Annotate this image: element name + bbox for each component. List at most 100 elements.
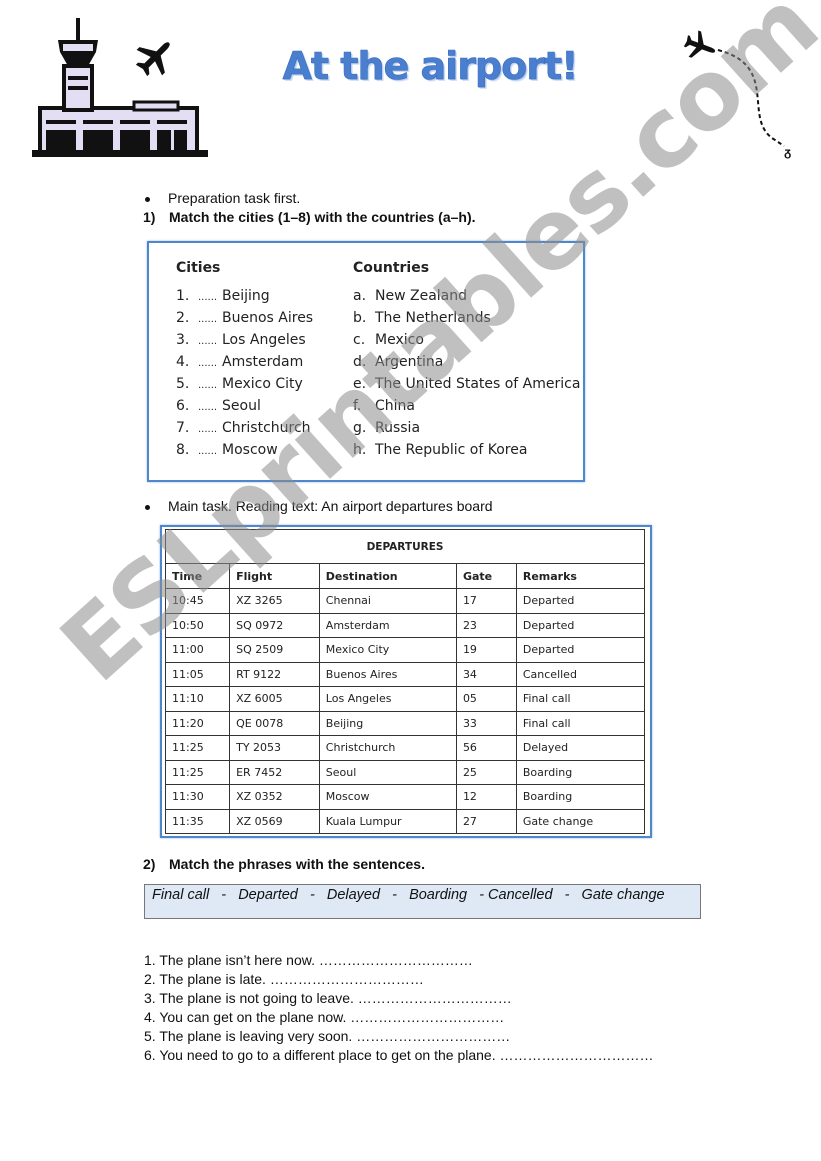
- remarks-cell: Departed: [515, 612, 646, 638]
- task-1-text: Match the cities (1–8) with the countrie…: [169, 209, 476, 225]
- sentence-item: 5. The plane is leaving very soon. ………………: [144, 1028, 511, 1044]
- country-name: The Republic of Korea: [375, 442, 528, 458]
- country-name: Mexico: [375, 332, 424, 348]
- city-item: 2....... Buenos Aires: [176, 307, 313, 329]
- city-number: 1.: [176, 288, 190, 304]
- countries-list: a. New Zealand b. The Netherlands c. Mexico d.…: [353, 285, 580, 461]
- city-item: 3....... Los Angeles: [176, 329, 313, 351]
- remarks-cell: Final call: [515, 710, 646, 736]
- prep-bullet: Preparation task first.: [141, 190, 300, 206]
- remarks-cell: Gate change: [515, 808, 646, 834]
- sentence-item: 4. You can get on the plane now. ……………………: [144, 1009, 505, 1025]
- task-2-heading: 2) Match the phrases with the sentences.: [143, 856, 425, 872]
- city-number: 5.: [176, 376, 190, 392]
- task-1-number: 1): [143, 209, 156, 225]
- destination-cell: Los Angeles: [318, 686, 457, 712]
- destination-cell: Buenos Aires: [318, 661, 457, 687]
- answer-blank[interactable]: ......: [198, 331, 222, 353]
- remarks-cell: Cancelled: [515, 661, 646, 687]
- departures-header-row: Time Flight Destination Gate Remarks: [164, 563, 646, 589]
- answer-blank[interactable]: ......: [198, 441, 222, 463]
- remarks-cell: Final call: [515, 686, 646, 712]
- departures-caption: DEPARTURES: [165, 529, 645, 564]
- flight-cell: SQ 2509: [229, 637, 320, 663]
- city-name: Los Angeles: [222, 332, 306, 348]
- city-item: 7....... Christchurch: [176, 417, 313, 439]
- country-name: Argentina: [375, 354, 444, 370]
- city-name: Seoul: [222, 398, 261, 414]
- departures-body: 10:45 XZ 3265 Chennai 17 Departed 10:50 SQ 097…: [164, 588, 646, 834]
- airport-building-icon: [32, 18, 208, 157]
- answer-blank[interactable]: ......: [198, 419, 222, 441]
- city-name: Mexico City: [222, 376, 303, 392]
- time-cell: 11:30: [164, 784, 231, 810]
- city-number: 7.: [176, 420, 190, 436]
- task-1-heading: 1) Match the cities (1–8) with the countr…: [143, 209, 476, 225]
- task-2-number: 2): [143, 856, 156, 872]
- country-letter: c.: [353, 332, 366, 348]
- city-number: 4.: [176, 354, 190, 370]
- country-letter: g.: [353, 420, 367, 436]
- gate-cell: 25: [455, 759, 517, 785]
- task-2-text: Match the phrases with the sentences.: [169, 856, 425, 872]
- destination-cell: Christchurch: [318, 735, 457, 761]
- gate-cell: 27: [455, 808, 517, 834]
- bullet-icon: [145, 196, 150, 202]
- gate-cell: 12: [455, 784, 517, 810]
- city-number: 8.: [176, 442, 190, 458]
- flight-cell: XZ 0352: [229, 784, 320, 810]
- table-row: 10:45 XZ 3265 Chennai 17 Departed: [164, 588, 646, 614]
- city-name: Buenos Aires: [222, 310, 314, 326]
- country-item: e. The United States of America: [353, 373, 580, 395]
- city-item: 6....... Seoul: [176, 395, 313, 417]
- answer-blank[interactable]: ......: [198, 287, 222, 309]
- table-row: 11:30 XZ 0352 Moscow 12 Boarding: [164, 784, 646, 810]
- remarks-cell: Departed: [515, 588, 646, 614]
- answer-blank[interactable]: ......: [198, 397, 222, 419]
- answer-blank[interactable]: ......: [198, 309, 222, 331]
- country-letter: h.: [353, 442, 367, 458]
- table-row: 11:05 RT 9122 Buenos Aires 34 Cancelled: [164, 661, 646, 687]
- table-row: 11:20 QE 0078 Beijing 33 Final call: [164, 710, 646, 736]
- city-name: Amsterdam: [222, 354, 304, 370]
- time-cell: 10:50: [164, 612, 231, 638]
- gate-cell: 17: [455, 588, 517, 614]
- city-item: 1....... Beijing: [176, 285, 313, 307]
- gate-cell: 05: [455, 686, 517, 712]
- sentence-item: 2. The plane is late. ……………………………: [144, 971, 424, 987]
- gate-cell: 23: [455, 612, 517, 638]
- cities-heading: Cities: [176, 260, 221, 276]
- time-cell: 11:20: [164, 710, 231, 736]
- table-row: 11:10 XZ 6005 Los Angeles 05 Final call: [164, 686, 646, 712]
- destination-cell: Seoul: [318, 759, 457, 785]
- column-header: Remarks: [515, 563, 646, 589]
- country-item: g. Russia: [353, 417, 580, 439]
- remarks-cell: Departed: [515, 637, 646, 663]
- city-number: 2.: [176, 310, 190, 326]
- column-header: Time: [164, 563, 231, 589]
- country-item: c. Mexico: [353, 329, 580, 351]
- country-item: f. China: [353, 395, 580, 417]
- country-letter: b.: [353, 310, 367, 326]
- flight-cell: SQ 0972: [229, 612, 320, 638]
- sentence-list: 1. The plane isn’t here now. ………………………………: [144, 951, 653, 1065]
- main-task-text: Main task. Reading text: An airport depa…: [168, 498, 493, 514]
- country-item: h. The Republic of Korea: [353, 439, 580, 461]
- flight-path-icon: ᵹ: [683, 30, 791, 159]
- city-item: 4....... Amsterdam: [176, 351, 313, 373]
- remarks-cell: Delayed: [515, 735, 646, 761]
- answer-blank[interactable]: ......: [198, 375, 222, 397]
- time-cell: 11:00: [164, 637, 231, 663]
- prep-bullet-text: Preparation task first.: [168, 190, 301, 206]
- sentence-item: 3. The plane is not going to leave. ……………: [144, 990, 512, 1006]
- country-name: The United States of America: [375, 376, 581, 392]
- column-header: Flight: [229, 563, 320, 589]
- country-item: a. New Zealand: [353, 285, 580, 307]
- answer-blank[interactable]: ......: [198, 353, 222, 375]
- country-letter: a.: [353, 288, 367, 304]
- phrase-box: Final call - Departed - Delayed - Boardi…: [144, 884, 701, 919]
- table-row: 11:25 TY 2053 Christchurch 56 Delayed: [164, 735, 646, 761]
- destination-cell: Kuala Lumpur: [318, 808, 457, 834]
- table-row: 11:00 SQ 2509 Mexico City 19 Departed: [164, 637, 646, 663]
- departures-table: DEPARTURES Time Flight Destination Gate Rema…: [164, 529, 646, 834]
